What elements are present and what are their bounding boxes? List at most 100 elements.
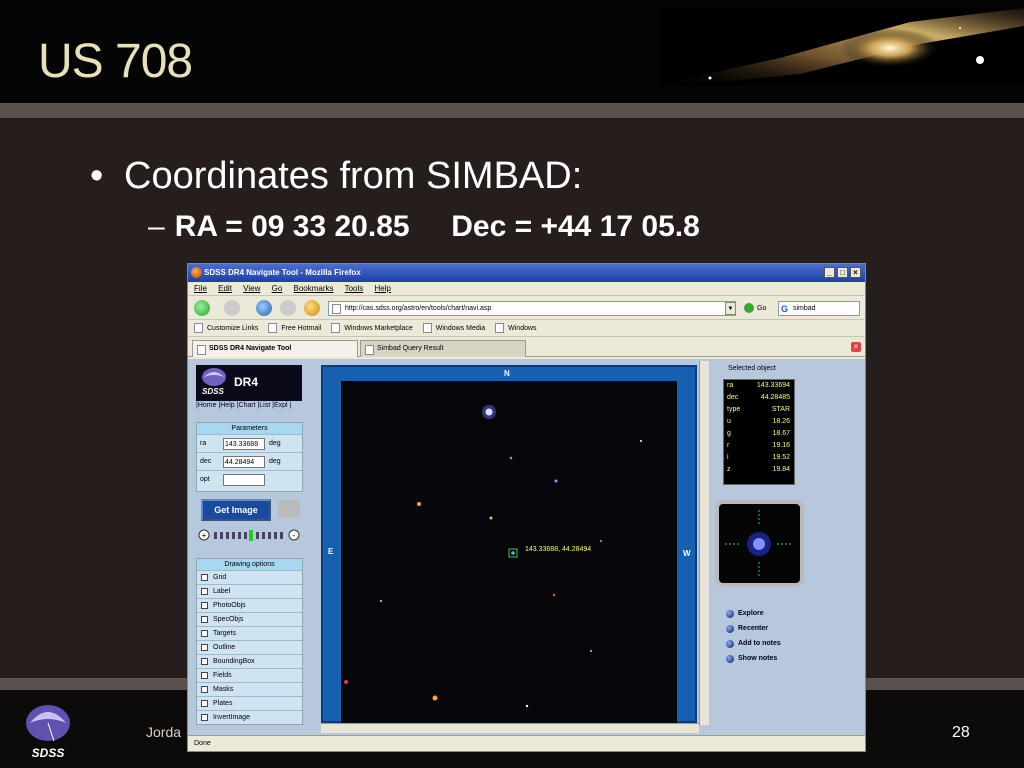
menu-bookmarks[interactable]: Bookmarks xyxy=(294,284,334,293)
selected-key: u xyxy=(727,418,731,425)
dec-input[interactable] xyxy=(223,456,265,468)
checkbox[interactable] xyxy=(201,686,208,693)
selected-key: dec xyxy=(727,394,739,401)
selected-key: r xyxy=(727,442,730,449)
selected-value: 18.26 xyxy=(772,418,790,425)
option-fields[interactable]: Fields xyxy=(197,668,302,682)
option-grid[interactable]: Grid xyxy=(197,570,302,584)
bookmark-item[interactable]: Windows Media xyxy=(423,325,485,332)
close-window-button[interactable]: × xyxy=(850,267,861,278)
drawing-options-header: Drawing options xyxy=(197,559,302,570)
bookmark-item[interactable]: Windows xyxy=(495,325,536,332)
zoom-slider[interactable]: + - xyxy=(198,529,302,541)
stop-icon[interactable] xyxy=(280,300,296,316)
object-actions: Explore Recenter Add to notes Show notes xyxy=(726,607,781,667)
get-image-button[interactable]: Get Image xyxy=(201,499,271,521)
option-label: Fields xyxy=(213,672,232,679)
param-unit: deg xyxy=(269,458,281,465)
search-field[interactable]: Gsimbad xyxy=(778,301,860,316)
object-thumbnail[interactable] xyxy=(715,500,804,587)
tab-navigate-tool[interactable]: SDSS DR4 Navigate Tool xyxy=(192,340,358,357)
url-dropdown-button[interactable]: ▼ xyxy=(725,302,736,315)
minimize-button[interactable]: _ xyxy=(824,267,835,278)
option-label[interactable]: Label xyxy=(197,584,302,598)
show-notes-link[interactable]: Show notes xyxy=(726,652,781,667)
sdss-dish-icon xyxy=(202,368,226,386)
tab-simbad-result[interactable]: Simbad Query Result xyxy=(360,340,526,357)
selected-object-header: Selected object xyxy=(728,365,776,372)
menu-view[interactable]: View xyxy=(243,284,260,293)
option-targets[interactable]: Targets xyxy=(197,626,302,640)
bullet-icon xyxy=(726,655,734,663)
checkbox[interactable] xyxy=(201,658,208,665)
selected-value: 143.33694 xyxy=(756,382,790,389)
option-photoobjs[interactable]: PhotoObjs xyxy=(197,598,302,612)
bullet-icon xyxy=(726,610,734,618)
menu-help[interactable]: Help xyxy=(375,284,391,293)
param-row-dec: dec deg xyxy=(197,452,302,470)
page-number: 28 xyxy=(952,724,970,741)
checkbox[interactable] xyxy=(201,644,208,651)
checkbox[interactable] xyxy=(201,616,208,623)
selected-value: 19.52 xyxy=(772,454,790,461)
horizontal-scrollbar[interactable] xyxy=(321,723,699,733)
bookmark-item[interactable]: Customize Links xyxy=(194,325,258,332)
param-unit: deg xyxy=(269,440,281,447)
svg-text:+: + xyxy=(202,531,207,540)
checkbox[interactable] xyxy=(201,630,208,637)
selected-value: 19.16 xyxy=(772,442,790,449)
selected-key: g xyxy=(727,430,731,437)
checkbox[interactable] xyxy=(201,574,208,581)
back-arrow-icon[interactable] xyxy=(194,300,210,316)
bookmark-item[interactable]: Windows Marketplace xyxy=(331,325,412,332)
reload-icon[interactable] xyxy=(256,300,272,316)
checkbox[interactable] xyxy=(201,700,208,707)
option-masks[interactable]: Masks xyxy=(197,682,302,696)
ra-input[interactable] xyxy=(223,438,265,450)
checkbox[interactable] xyxy=(201,672,208,679)
parameters-header: Parameters xyxy=(197,423,302,434)
option-specobjs[interactable]: SpecObjs xyxy=(197,612,302,626)
option-label: Masks xyxy=(213,686,234,693)
bullet-main-text: Coordinates from SIMBAD: xyxy=(124,155,583,197)
checkbox[interactable] xyxy=(201,602,208,609)
menu-edit[interactable]: Edit xyxy=(218,284,232,293)
close-tab-icon[interactable]: × xyxy=(851,342,861,352)
selected-row: r 19.16 xyxy=(724,440,794,452)
option-outline[interactable]: Outline xyxy=(197,640,302,654)
nav-links[interactable]: |Home |Help |Chart |List |Expl | xyxy=(196,402,291,409)
checkbox[interactable] xyxy=(201,588,208,595)
option-boundingbox[interactable]: BoundingBox xyxy=(197,654,302,668)
recenter-link[interactable]: Recenter xyxy=(726,622,781,637)
home-icon[interactable] xyxy=(304,300,320,316)
bullet-sub-text: RA = 09 33 20.85 Dec = +44 17 05.8 xyxy=(174,210,700,243)
print-icon[interactable] xyxy=(278,500,300,518)
menu-go[interactable]: Go xyxy=(272,284,283,293)
vertical-scrollbar[interactable] xyxy=(699,361,709,725)
selected-row: i 19.52 xyxy=(724,452,794,464)
forward-arrow-icon[interactable] xyxy=(224,300,240,316)
option-plates[interactable]: Plates xyxy=(197,696,302,710)
menu-tools[interactable]: Tools xyxy=(345,284,364,293)
menu-file[interactable]: File xyxy=(194,284,207,293)
action-label: Show notes xyxy=(738,655,778,662)
checkbox[interactable] xyxy=(201,714,208,721)
footer-author: Jorda xyxy=(146,724,182,740)
dr4-sdss-label: SDSS xyxy=(202,387,224,396)
maximize-button[interactable]: □ xyxy=(837,267,848,278)
option-invertimage[interactable]: InvertImage xyxy=(197,710,302,724)
param-row-opt: opt xyxy=(197,470,302,488)
marker-coordinates-label: 143.33688, 44.28494 xyxy=(525,546,591,553)
option-label: Targets xyxy=(213,630,236,637)
bookmark-item[interactable]: Free Hotmail xyxy=(268,325,321,332)
zoom-thumb[interactable] xyxy=(249,530,253,541)
explore-link[interactable]: Explore xyxy=(726,607,781,622)
svg-text:-: - xyxy=(293,531,296,540)
sky-image[interactable]: 143.33688, 44.28494 xyxy=(341,381,677,725)
selected-key: type xyxy=(727,406,741,413)
url-field[interactable]: http://cas.sdss.org/astro/en/tools/chart… xyxy=(328,301,736,316)
go-button[interactable]: Go xyxy=(744,302,766,315)
opt-input[interactable] xyxy=(223,474,265,486)
add-to-notes-link[interactable]: Add to notes xyxy=(726,637,781,652)
selected-row: type STAR xyxy=(724,404,794,416)
